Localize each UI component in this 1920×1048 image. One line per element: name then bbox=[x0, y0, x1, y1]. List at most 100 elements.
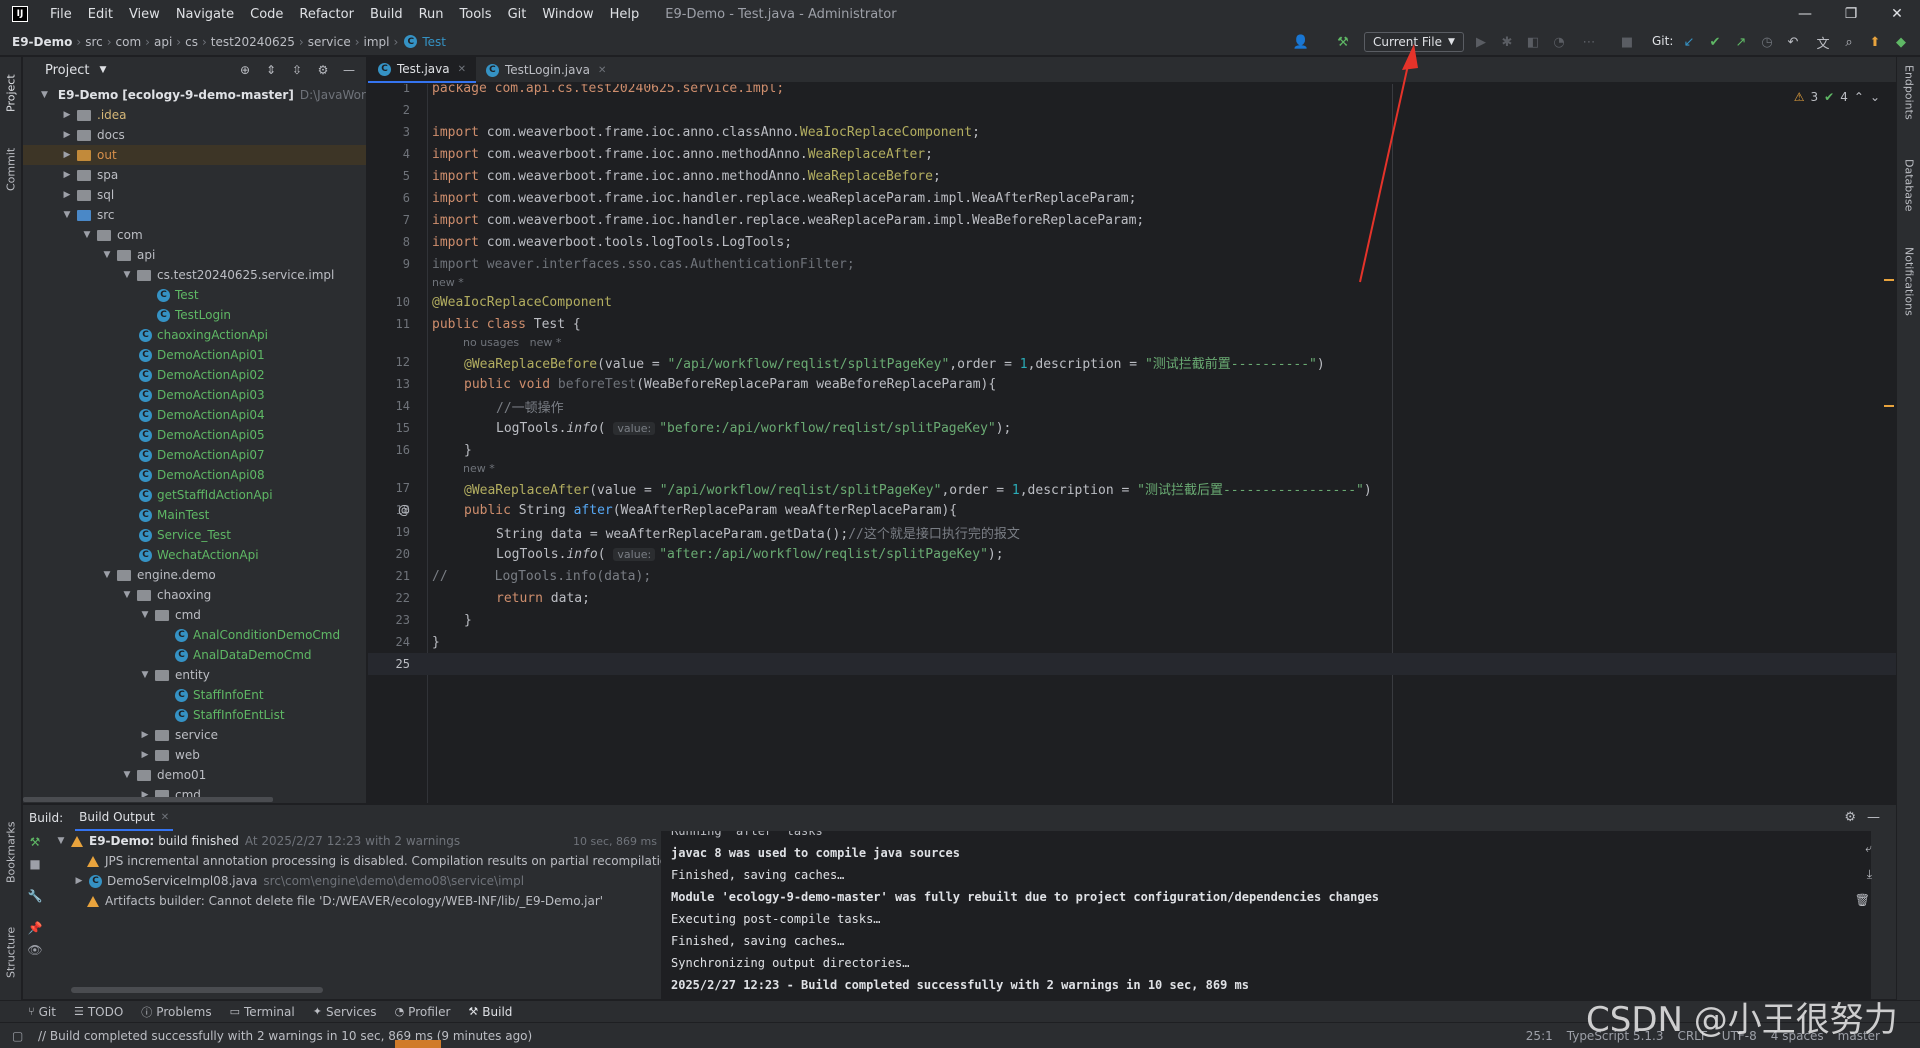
chevron-down-icon[interactable]: ▼ bbox=[139, 610, 151, 620]
wrench-icon[interactable]: 🔧 bbox=[23, 889, 47, 911]
close-icon[interactable]: ✕ bbox=[458, 64, 466, 75]
stop-icon[interactable]: ■ bbox=[23, 857, 47, 879]
code-editor[interactable]: ⚠ 3 ✔ 4 ⌃ ⌄ 1 package com.api.cs.test202… bbox=[368, 84, 1896, 803]
breadcrumb-test20240625[interactable]: test20240625 bbox=[211, 35, 295, 49]
tree-item-demoactionapi07[interactable]: C DemoActionApi07 bbox=[23, 445, 366, 465]
expand-all-icon[interactable]: ⇕ bbox=[262, 61, 280, 79]
pin-icon[interactable]: 📌 bbox=[23, 921, 47, 943]
update-icon[interactable]: ⬆ bbox=[1866, 33, 1884, 51]
gear-icon[interactable]: ⚙ bbox=[1844, 810, 1856, 825]
chevron-down-icon[interactable]: ▼ bbox=[121, 770, 133, 780]
menu-file[interactable]: File bbox=[42, 7, 80, 22]
tree-item-demoactionapi01[interactable]: C DemoActionApi01 bbox=[23, 345, 366, 365]
git-history-icon[interactable]: ◷ bbox=[1758, 33, 1776, 51]
search-icon[interactable]: ⌕ bbox=[1840, 33, 1858, 51]
tree-item-src[interactable]: ▼ src bbox=[23, 205, 366, 225]
tree-item-entity[interactable]: ▼ entity bbox=[23, 665, 366, 685]
hide-icon[interactable]: — bbox=[1867, 810, 1880, 825]
run-icon[interactable]: ▶ bbox=[1472, 33, 1490, 51]
tree-item-sql[interactable]: ▶ sql bbox=[23, 185, 366, 205]
scrollbar-warning-marker[interactable] bbox=[1884, 405, 1894, 407]
trash-icon[interactable]: 🗑 bbox=[1855, 893, 1870, 907]
chevron-right-icon[interactable]: ▶ bbox=[73, 876, 85, 886]
chevron-down-icon[interactable]: ▼ bbox=[41, 90, 48, 100]
tree-item-com[interactable]: ▼ com bbox=[23, 225, 366, 245]
tree-item-staffinfoent[interactable]: C StaffInfoEnt bbox=[23, 685, 366, 705]
chevron-down-icon[interactable]: ▼ bbox=[101, 570, 113, 580]
tab-git[interactable]: ⑂ Git bbox=[28, 1005, 56, 1019]
tree-item-demoactionapi02[interactable]: C DemoActionApi02 bbox=[23, 365, 366, 385]
soft-wrap-icon[interactable]: ⤶ bbox=[1865, 841, 1872, 856]
menu-git[interactable]: Git bbox=[500, 7, 535, 22]
tab-testlogin-java[interactable]: C TestLogin.java ✕ bbox=[476, 57, 616, 83]
tree-item-impl-package[interactable]: ▼ cs.test20240625.service.impl bbox=[23, 265, 366, 285]
project-view-title[interactable]: Project bbox=[45, 63, 89, 78]
chevron-down-icon[interactable]: ▼ bbox=[99, 65, 106, 75]
eye-icon[interactable]: 👁 bbox=[23, 943, 47, 965]
menu-tools[interactable]: Tools bbox=[452, 7, 500, 22]
build-warning-row[interactable]: Artifacts builder: Cannot delete file 'D… bbox=[49, 891, 661, 911]
stop-icon[interactable]: ■ bbox=[1618, 33, 1636, 51]
menu-edit[interactable]: Edit bbox=[80, 7, 121, 22]
breadcrumb-impl[interactable]: impl bbox=[364, 35, 390, 49]
collapse-all-icon[interactable]: ⇳ bbox=[288, 61, 306, 79]
chevron-right-icon[interactable]: ▶ bbox=[61, 170, 73, 180]
notifications-tool-tab[interactable]: Notifications bbox=[1899, 247, 1919, 347]
status-toggle-icon[interactable]: ▢ bbox=[12, 1029, 23, 1043]
gear-icon[interactable]: ⚙ bbox=[314, 61, 332, 79]
caret-position[interactable]: 25:1 bbox=[1526, 1029, 1553, 1043]
commit-tool-tab[interactable]: Commit bbox=[0, 139, 22, 199]
close-icon[interactable]: ✕ bbox=[598, 65, 606, 76]
tab-test-java[interactable]: C Test.java ✕ bbox=[368, 57, 476, 83]
tree-item-idea[interactable]: ▶ .idea bbox=[23, 105, 366, 125]
tab-terminal[interactable]: ▭ Terminal bbox=[230, 1005, 295, 1019]
tab-profiler[interactable]: ◔ Profiler bbox=[395, 1005, 451, 1019]
chevron-right-icon[interactable]: ▶ bbox=[61, 190, 73, 200]
horizontal-scrollbar[interactable] bbox=[71, 987, 323, 993]
horizontal-scrollbar[interactable] bbox=[23, 797, 273, 802]
breadcrumb-service[interactable]: service bbox=[308, 35, 351, 49]
structure-tool-tab[interactable]: Structure bbox=[0, 917, 22, 987]
chevron-right-icon[interactable]: ▶ bbox=[139, 730, 151, 740]
scrollbar-warning-marker[interactable] bbox=[1884, 279, 1894, 281]
coverage-icon[interactable]: ◧ bbox=[1524, 33, 1542, 51]
tree-item-demoactionapi05[interactable]: C DemoActionApi05 bbox=[23, 425, 366, 445]
tree-item-engine-demo[interactable]: ▼ engine.demo bbox=[23, 565, 366, 585]
chevron-down-icon[interactable]: ▼ bbox=[81, 230, 93, 240]
tree-item-demo01[interactable]: ▼ demo01 bbox=[23, 765, 366, 785]
git-update-icon[interactable]: ↙ bbox=[1680, 33, 1698, 51]
minimize-button[interactable]: — bbox=[1782, 0, 1828, 28]
database-tool-tab[interactable]: Database bbox=[1899, 159, 1919, 239]
breadcrumb-api[interactable]: api bbox=[154, 35, 172, 49]
tree-item-maintest[interactable]: C MainTest bbox=[23, 505, 366, 525]
tree-item-web[interactable]: ▶ web bbox=[23, 745, 366, 765]
chevron-right-icon[interactable]: ▶ bbox=[61, 110, 73, 120]
status-message[interactable]: // Build completed successfully with 2 w… bbox=[38, 1029, 532, 1043]
menu-view[interactable]: View bbox=[121, 7, 168, 22]
chevron-right-icon[interactable]: ▶ bbox=[139, 750, 151, 760]
build-warning-row[interactable]: JPS incremental annotation processing is… bbox=[49, 851, 661, 871]
breadcrumb-cs[interactable]: cs bbox=[185, 35, 198, 49]
build-result-row[interactable]: ▼ E9-Demo: build finished At 2025/2/27 1… bbox=[49, 831, 661, 851]
menu-code[interactable]: Code bbox=[242, 7, 291, 22]
breadcrumb-com[interactable]: com bbox=[116, 35, 142, 49]
menu-refactor[interactable]: Refactor bbox=[291, 7, 362, 22]
git-commit-icon[interactable]: ✔ bbox=[1706, 33, 1724, 51]
build-hammer-icon[interactable]: ⚒ bbox=[1334, 33, 1352, 51]
close-icon[interactable]: ✕ bbox=[161, 812, 169, 823]
menu-build[interactable]: Build bbox=[362, 7, 411, 22]
tree-item-out[interactable]: ▶ out bbox=[23, 145, 366, 165]
build-hammer-icon[interactable]: ⚒ bbox=[23, 835, 47, 857]
user-icon[interactable]: 👤 bbox=[1292, 33, 1310, 51]
chevron-down-icon[interactable]: ▼ bbox=[139, 670, 151, 680]
rollback-icon[interactable]: ↶ bbox=[1784, 33, 1802, 51]
tab-build[interactable]: ⚒ Build bbox=[468, 1005, 512, 1019]
menu-window[interactable]: Window bbox=[534, 7, 601, 22]
tree-item-demoactionapi04[interactable]: C DemoActionApi04 bbox=[23, 405, 366, 425]
chevron-right-icon[interactable]: ▶ bbox=[61, 150, 73, 160]
close-window-button[interactable]: ✕ bbox=[1874, 0, 1920, 28]
git-push-icon[interactable]: ↗ bbox=[1732, 33, 1750, 51]
tree-item-service-test[interactable]: C Service_Test bbox=[23, 525, 366, 545]
more-run-icon[interactable]: ⋯ bbox=[1580, 33, 1598, 51]
tree-item-spa[interactable]: ▶ spa bbox=[23, 165, 366, 185]
